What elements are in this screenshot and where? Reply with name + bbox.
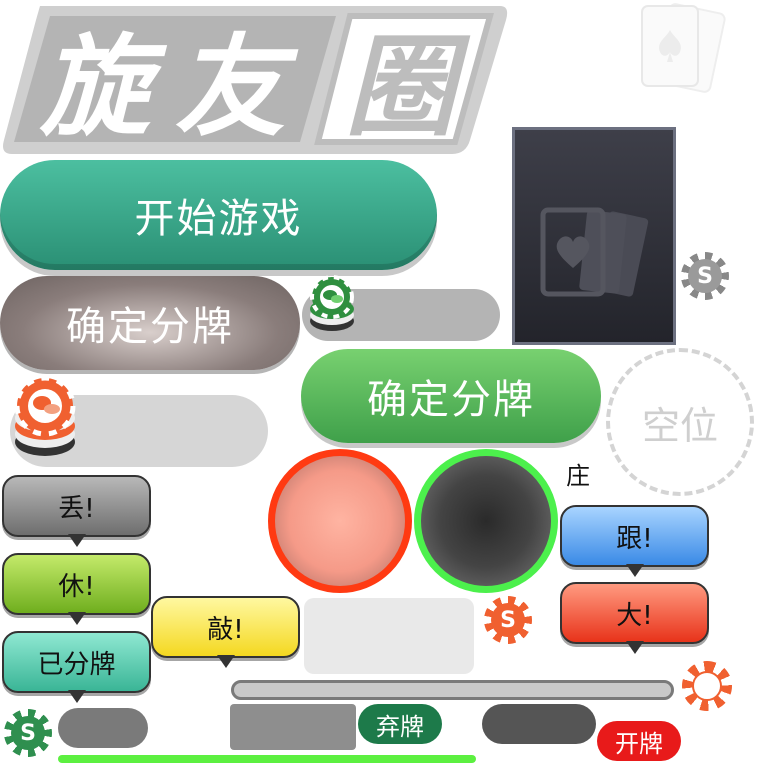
confirm-split-label-gray: 确定分牌: [66, 304, 234, 350]
cards-icon-faded: [641, 3, 726, 93]
progress-track: [231, 680, 674, 700]
chip-gray-icon: S: [681, 252, 729, 300]
player-ring-green[interactable]: [414, 449, 558, 593]
confirm-split-button[interactable]: 确定分牌: [301, 349, 601, 443]
dealer-label: 庄: [566, 462, 590, 490]
empty-seat-label: 空位: [641, 403, 718, 448]
bubble-gen-label: 跟!: [616, 523, 653, 554]
bubble-xiu: 休!: [2, 553, 151, 625]
start-game-button[interactable]: 开始游戏: [0, 160, 437, 270]
chip-orange-ring-icon: [682, 661, 732, 711]
bubble-diu: 丢!: [2, 475, 151, 547]
bubble-diu-label: 丢!: [58, 493, 95, 524]
confirm-split-label: 确定分牌: [367, 377, 535, 423]
bubble-yifenpai: 已分牌: [2, 631, 151, 703]
bubble-qiao-label: 敲!: [207, 614, 244, 645]
bubble-xiu-label: 休!: [58, 571, 95, 602]
logo-char-3: 圈: [345, 23, 471, 151]
open-cards-tag-label: 开牌: [615, 729, 663, 758]
gray-block-left: [230, 704, 356, 750]
logo-char-2: 友: [175, 23, 299, 151]
cards-icon: [540, 207, 649, 297]
empty-seat[interactable]: 空位: [606, 348, 754, 496]
chip-orange-icon: S: [484, 596, 532, 644]
logo-char-1: 旋: [39, 23, 168, 151]
chip-orange-symbol: S: [491, 603, 525, 637]
player-ring-red[interactable]: [268, 449, 412, 593]
gray-pill-small: [58, 708, 148, 748]
chip-stack-green-icon: [310, 275, 354, 331]
bubble-qiao: 敲!: [151, 596, 300, 668]
bubble-da-label: 大!: [616, 600, 653, 631]
chip-gray-symbol: S: [688, 259, 722, 293]
start-game-label: 开始游戏: [134, 196, 303, 242]
timer-bar: [58, 755, 476, 763]
fold-tag-label: 弃牌: [376, 712, 424, 741]
card-back-panel: [512, 127, 676, 345]
dark-pill: [482, 704, 596, 744]
open-cards-tag[interactable]: 开牌: [597, 721, 681, 761]
game-logo: 旋 友 圈: [3, 6, 508, 154]
fold-tag[interactable]: 弃牌: [358, 704, 442, 744]
chip-green-symbol: S: [11, 716, 45, 750]
placeholder-box: [304, 598, 474, 674]
bubble-gen: 跟!: [560, 505, 709, 577]
bubble-yifenpai-label: 已分牌: [37, 649, 116, 680]
bubble-da: 大!: [560, 582, 709, 654]
confirm-split-button-disabled[interactable]: 确定分牌: [0, 276, 300, 370]
chip-stack-orange-icon: [14, 376, 76, 456]
chip-green-icon: S: [4, 709, 52, 757]
